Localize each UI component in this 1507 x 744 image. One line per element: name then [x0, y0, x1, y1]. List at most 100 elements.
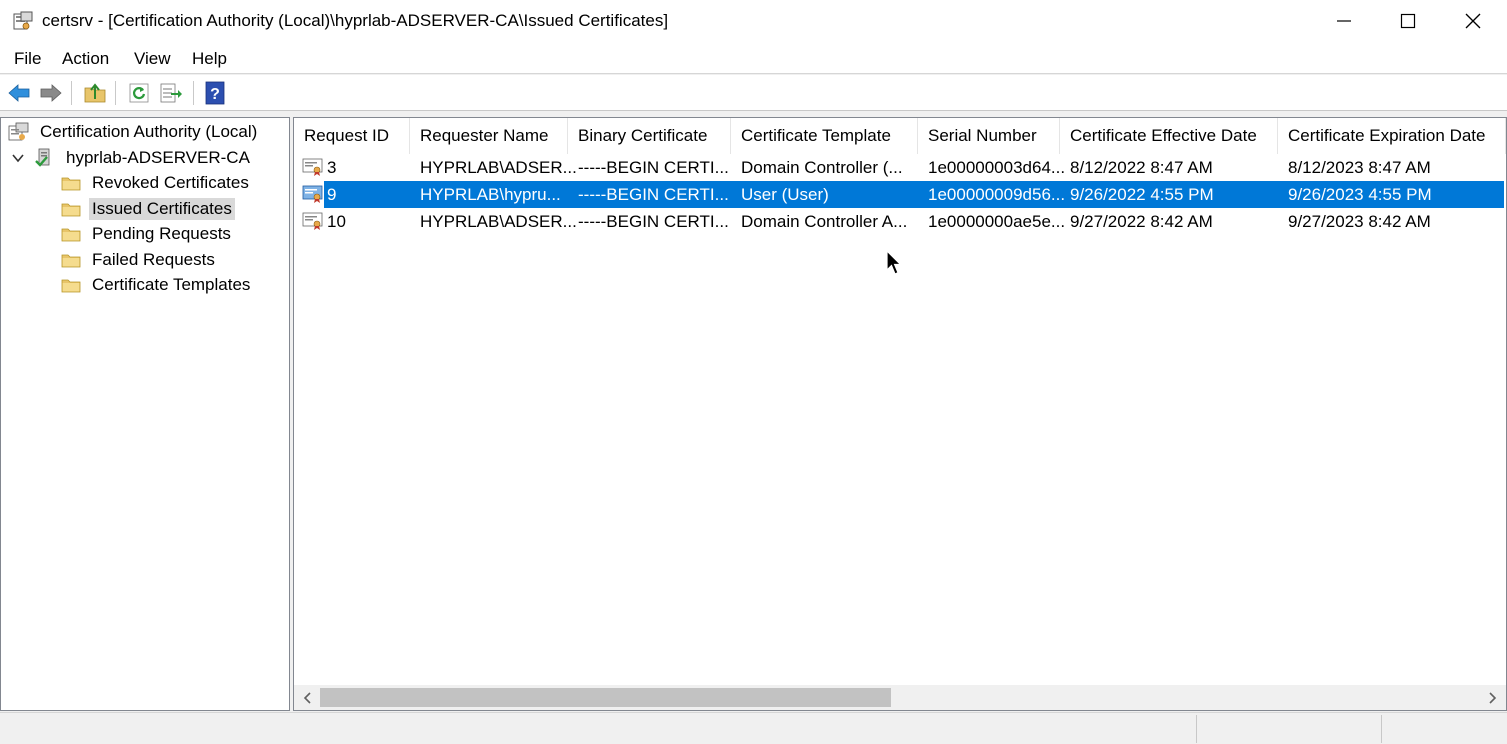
cell-binary-certificate: -----BEGIN CERTI... — [578, 185, 729, 204]
column-header-expiration-date[interactable]: Certificate Expiration Date — [1278, 118, 1506, 154]
close-button[interactable] — [1441, 0, 1505, 42]
cell-effective-date: 8/12/2022 8:47 AM — [1070, 158, 1213, 177]
column-header-requester-name[interactable]: Requester Name — [410, 118, 568, 154]
tree-item-revoked-certificates[interactable]: Revoked Certificates — [61, 171, 252, 195]
tree-item-label: Revoked Certificates — [92, 173, 249, 192]
toolbar-separator — [193, 81, 194, 105]
column-header-row: Request ID Requester Name Binary Certifi… — [294, 118, 1506, 154]
scrollbar-thumb[interactable] — [320, 688, 891, 707]
results-pane: Request ID Requester Name Binary Certifi… — [293, 117, 1507, 711]
toolbar-separator — [71, 81, 72, 105]
tree-root-label: Certification Authority (Local) — [40, 122, 258, 141]
certification-authority-icon — [8, 122, 29, 141]
column-header-certificate-template[interactable]: Certificate Template — [731, 118, 918, 154]
cell-expiration-date: 9/27/2023 8:42 AM — [1288, 212, 1431, 231]
cell-effective-date: 9/27/2022 8:42 AM — [1070, 212, 1213, 231]
certificate-icon — [302, 212, 323, 230]
chevron-left-icon — [303, 691, 311, 704]
tree-item-label: Pending Requests — [92, 224, 231, 243]
console-tree: Certification Authority (Local) hyprlab-… — [0, 117, 290, 711]
cell-expiration-date: 9/26/2023 4:55 PM — [1288, 185, 1432, 204]
menu-view[interactable]: View — [134, 49, 171, 69]
window-title: certsrv - [Certification Authority (Loca… — [42, 11, 669, 30]
certificate-icon — [302, 158, 323, 176]
scroll-left-button[interactable] — [298, 688, 318, 707]
menu-action[interactable]: Action — [62, 49, 109, 69]
table-row-selected[interactable]: 9 HYPRLAB\hypru... -----BEGIN CERTI... U… — [294, 181, 1506, 208]
folder-icon — [61, 228, 81, 242]
table-row[interactable]: 10 HYPRLAB\ADSER... -----BEGIN CERTI... … — [294, 208, 1506, 235]
cell-serial-number: 1e00000003d64... — [928, 158, 1066, 177]
tree-item-certificate-templates[interactable]: Certificate Templates — [61, 273, 253, 297]
maximize-button[interactable] — [1376, 0, 1440, 42]
status-bar — [0, 712, 1507, 744]
forward-button[interactable] — [37, 79, 65, 107]
cell-requester-name: HYPRLAB\hypru... — [420, 185, 561, 204]
menu-file[interactable]: File — [14, 49, 41, 69]
tree-item-ca[interactable]: hyprlab-ADSERVER-CA — [11, 146, 253, 170]
back-button[interactable] — [5, 79, 33, 107]
svg-text:?: ? — [210, 86, 220, 103]
chevron-down-icon[interactable] — [11, 151, 25, 165]
back-arrow-icon — [8, 84, 30, 102]
toolbar: ? — [0, 75, 1507, 111]
folder-icon — [61, 279, 81, 293]
forward-arrow-icon — [40, 84, 62, 102]
tree-item-pending-requests[interactable]: Pending Requests — [61, 222, 234, 246]
maximize-icon — [1400, 13, 1416, 29]
certsrv-icon — [13, 11, 33, 30]
mouse-cursor-icon — [886, 250, 902, 275]
scroll-right-button[interactable] — [1482, 688, 1502, 707]
column-header-effective-date[interactable]: Certificate Effective Date — [1060, 118, 1278, 154]
folder-icon — [61, 177, 81, 191]
certificate-icon — [302, 185, 323, 203]
chevron-right-icon — [1489, 691, 1497, 704]
minimize-icon — [1337, 20, 1351, 22]
horizontal-scrollbar[interactable] — [294, 685, 1506, 710]
toolbar-separator — [115, 81, 116, 105]
cell-certificate-template: Domain Controller A... — [741, 212, 908, 231]
cell-binary-certificate: -----BEGIN CERTI... — [578, 212, 729, 231]
export-list-button[interactable] — [157, 79, 185, 107]
cell-effective-date: 9/26/2022 4:55 PM — [1070, 185, 1214, 204]
title-bar: certsrv - [Certification Authority (Loca… — [0, 0, 1507, 42]
cell-request-id: 10 — [327, 212, 346, 231]
cell-requester-name: HYPRLAB\ADSER... — [420, 212, 577, 231]
tree-ca-label: hyprlab-ADSERVER-CA — [66, 148, 250, 167]
tree-item-label: Failed Requests — [92, 250, 215, 269]
minimize-button[interactable] — [1312, 0, 1376, 42]
cell-expiration-date: 8/12/2023 8:47 AM — [1288, 158, 1431, 177]
close-icon — [1465, 13, 1481, 29]
cell-serial-number: 1e00000009d56... — [928, 185, 1066, 204]
cell-certificate-template: Domain Controller (... — [741, 158, 903, 177]
up-folder-icon — [84, 83, 106, 103]
column-header-binary-certificate[interactable]: Binary Certificate — [568, 118, 731, 154]
table-row[interactable]: 3 HYPRLAB\ADSER... -----BEGIN CERTI... D… — [294, 154, 1506, 181]
folder-icon — [61, 203, 81, 217]
tree-item-label: Issued Certificates — [89, 198, 235, 220]
cell-request-id: 3 — [327, 158, 337, 177]
cell-certificate-template: User (User) — [741, 185, 829, 204]
cell-serial-number: 1e0000000ae5e... — [928, 212, 1066, 231]
tree-item-issued-certificates[interactable]: Issued Certificates — [61, 197, 235, 221]
column-header-serial-number[interactable]: Serial Number — [918, 118, 1060, 154]
tree-item-label: Certificate Templates — [92, 275, 251, 294]
cell-request-id: 9 — [327, 185, 337, 204]
up-one-level-button[interactable] — [81, 79, 109, 107]
folder-icon — [61, 254, 81, 268]
cell-requester-name: HYPRLAB\ADSER... — [420, 158, 577, 177]
tree-root[interactable]: Certification Authority (Local) — [7, 120, 260, 144]
help-button[interactable]: ? — [201, 79, 229, 107]
menu-help[interactable]: Help — [192, 49, 227, 69]
tree-item-failed-requests[interactable]: Failed Requests — [61, 248, 218, 272]
refresh-button[interactable] — [125, 79, 153, 107]
status-divider — [1196, 715, 1197, 743]
refresh-icon — [129, 83, 149, 103]
cell-binary-certificate: -----BEGIN CERTI... — [578, 158, 729, 177]
column-header-request-id[interactable]: Request ID — [294, 118, 410, 154]
export-list-icon — [160, 83, 182, 103]
menu-bar: File Action View Help — [0, 42, 1507, 74]
status-divider — [1381, 715, 1382, 743]
help-icon: ? — [205, 81, 225, 105]
ca-server-icon — [35, 148, 50, 167]
